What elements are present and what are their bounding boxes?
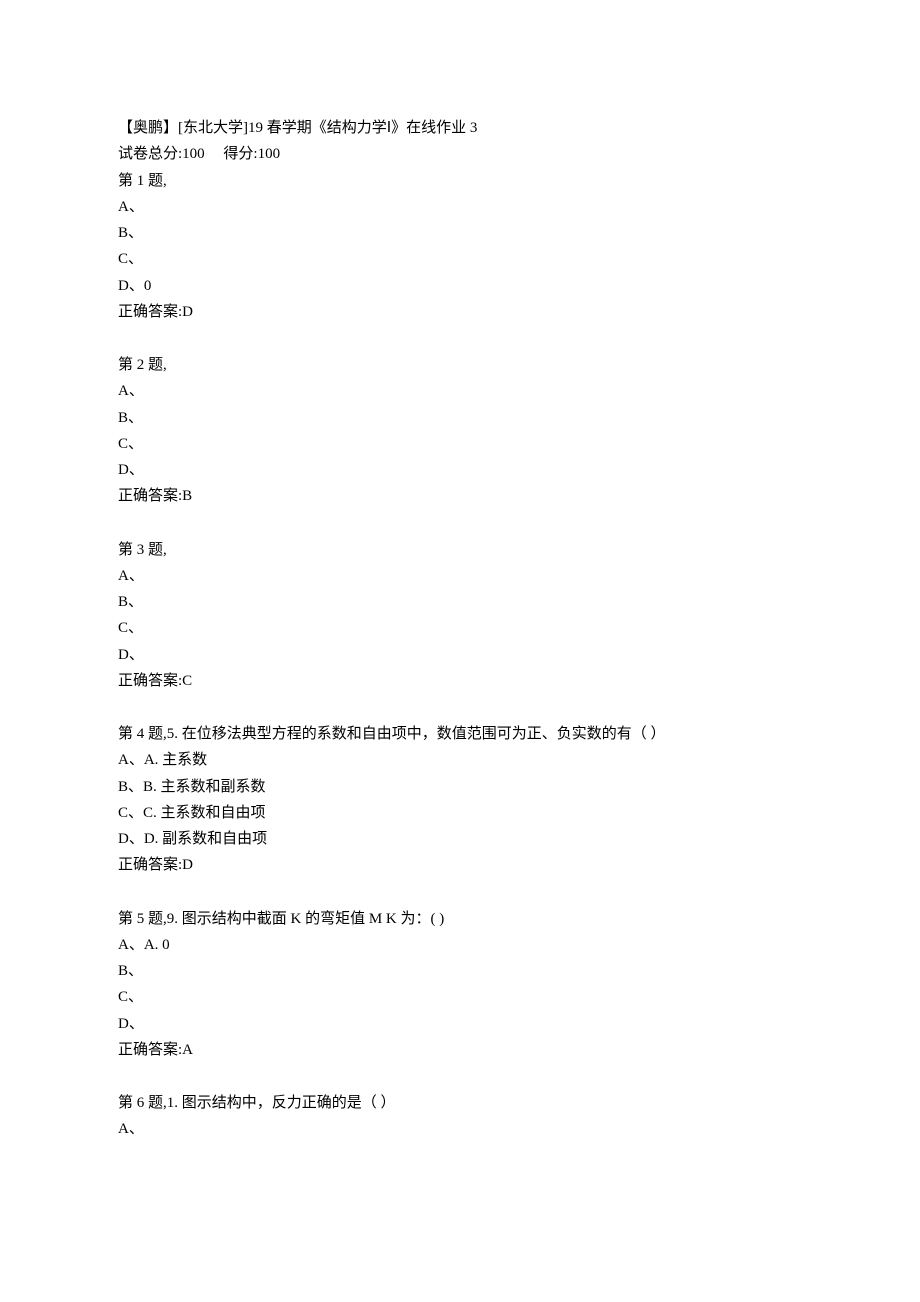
option-d: D、 [118, 642, 802, 668]
question-block: 第 2 题, A、 B、 C、 D、 正确答案:B [118, 352, 802, 510]
question-heading: 第 6 题,1. 图示结构中，反力正确的是（ ） [118, 1090, 802, 1116]
option-c: C、 [118, 246, 802, 272]
question-block: 第 6 题,1. 图示结构中，反力正确的是（ ） A、 [118, 1090, 802, 1143]
option-b: B、 [118, 405, 802, 431]
question-heading: 第 4 题,5. 在位移法典型方程的系数和自由项中，数值范围可为正、负实数的有（… [118, 721, 802, 747]
correct-answer: 正确答案:D [118, 299, 802, 325]
option-a: A、 [118, 194, 802, 220]
option-d: D、0 [118, 273, 802, 299]
option-c: C、 [118, 615, 802, 641]
question-heading: 第 5 题,9. 图示结构中截面 K 的弯矩值 M K 为：( ) [118, 906, 802, 932]
option-b: B、 [118, 589, 802, 615]
option-d: D、 [118, 457, 802, 483]
option-a: A、 [118, 378, 802, 404]
score-line: 试卷总分:100 得分:100 [118, 141, 802, 167]
question-block: 第 3 题, A、 B、 C、 D、 正确答案:C [118, 537, 802, 695]
document-header: 【奥鹏】[东北大学]19 春学期《结构力学Ⅰ》在线作业 3 试卷总分:100 得… [118, 115, 802, 325]
correct-answer: 正确答案:C [118, 668, 802, 694]
question-block: 第 5 题,9. 图示结构中截面 K 的弯矩值 M K 为：( ) A、A. 0… [118, 906, 802, 1064]
correct-answer: 正确答案:D [118, 852, 802, 878]
course-title: 【奥鹏】[东北大学]19 春学期《结构力学Ⅰ》在线作业 3 [118, 115, 802, 141]
option-a: A、 [118, 1116, 802, 1142]
option-a: A、A. 主系数 [118, 747, 802, 773]
option-d: D、D. 副系数和自由项 [118, 826, 802, 852]
option-b: B、B. 主系数和副系数 [118, 774, 802, 800]
option-a: A、A. 0 [118, 932, 802, 958]
option-b: B、 [118, 220, 802, 246]
option-d: D、 [118, 1011, 802, 1037]
correct-answer: 正确答案:B [118, 483, 802, 509]
option-c: C、 [118, 431, 802, 457]
question-heading: 第 1 题, [118, 168, 802, 194]
question-block: 第 4 题,5. 在位移法典型方程的系数和自由项中，数值范围可为正、负实数的有（… [118, 721, 802, 879]
question-heading: 第 2 题, [118, 352, 802, 378]
option-b: B、 [118, 958, 802, 984]
question-heading: 第 3 题, [118, 537, 802, 563]
option-a: A、 [118, 563, 802, 589]
correct-answer: 正确答案:A [118, 1037, 802, 1063]
option-c: C、 [118, 984, 802, 1010]
option-c: C、C. 主系数和自由项 [118, 800, 802, 826]
